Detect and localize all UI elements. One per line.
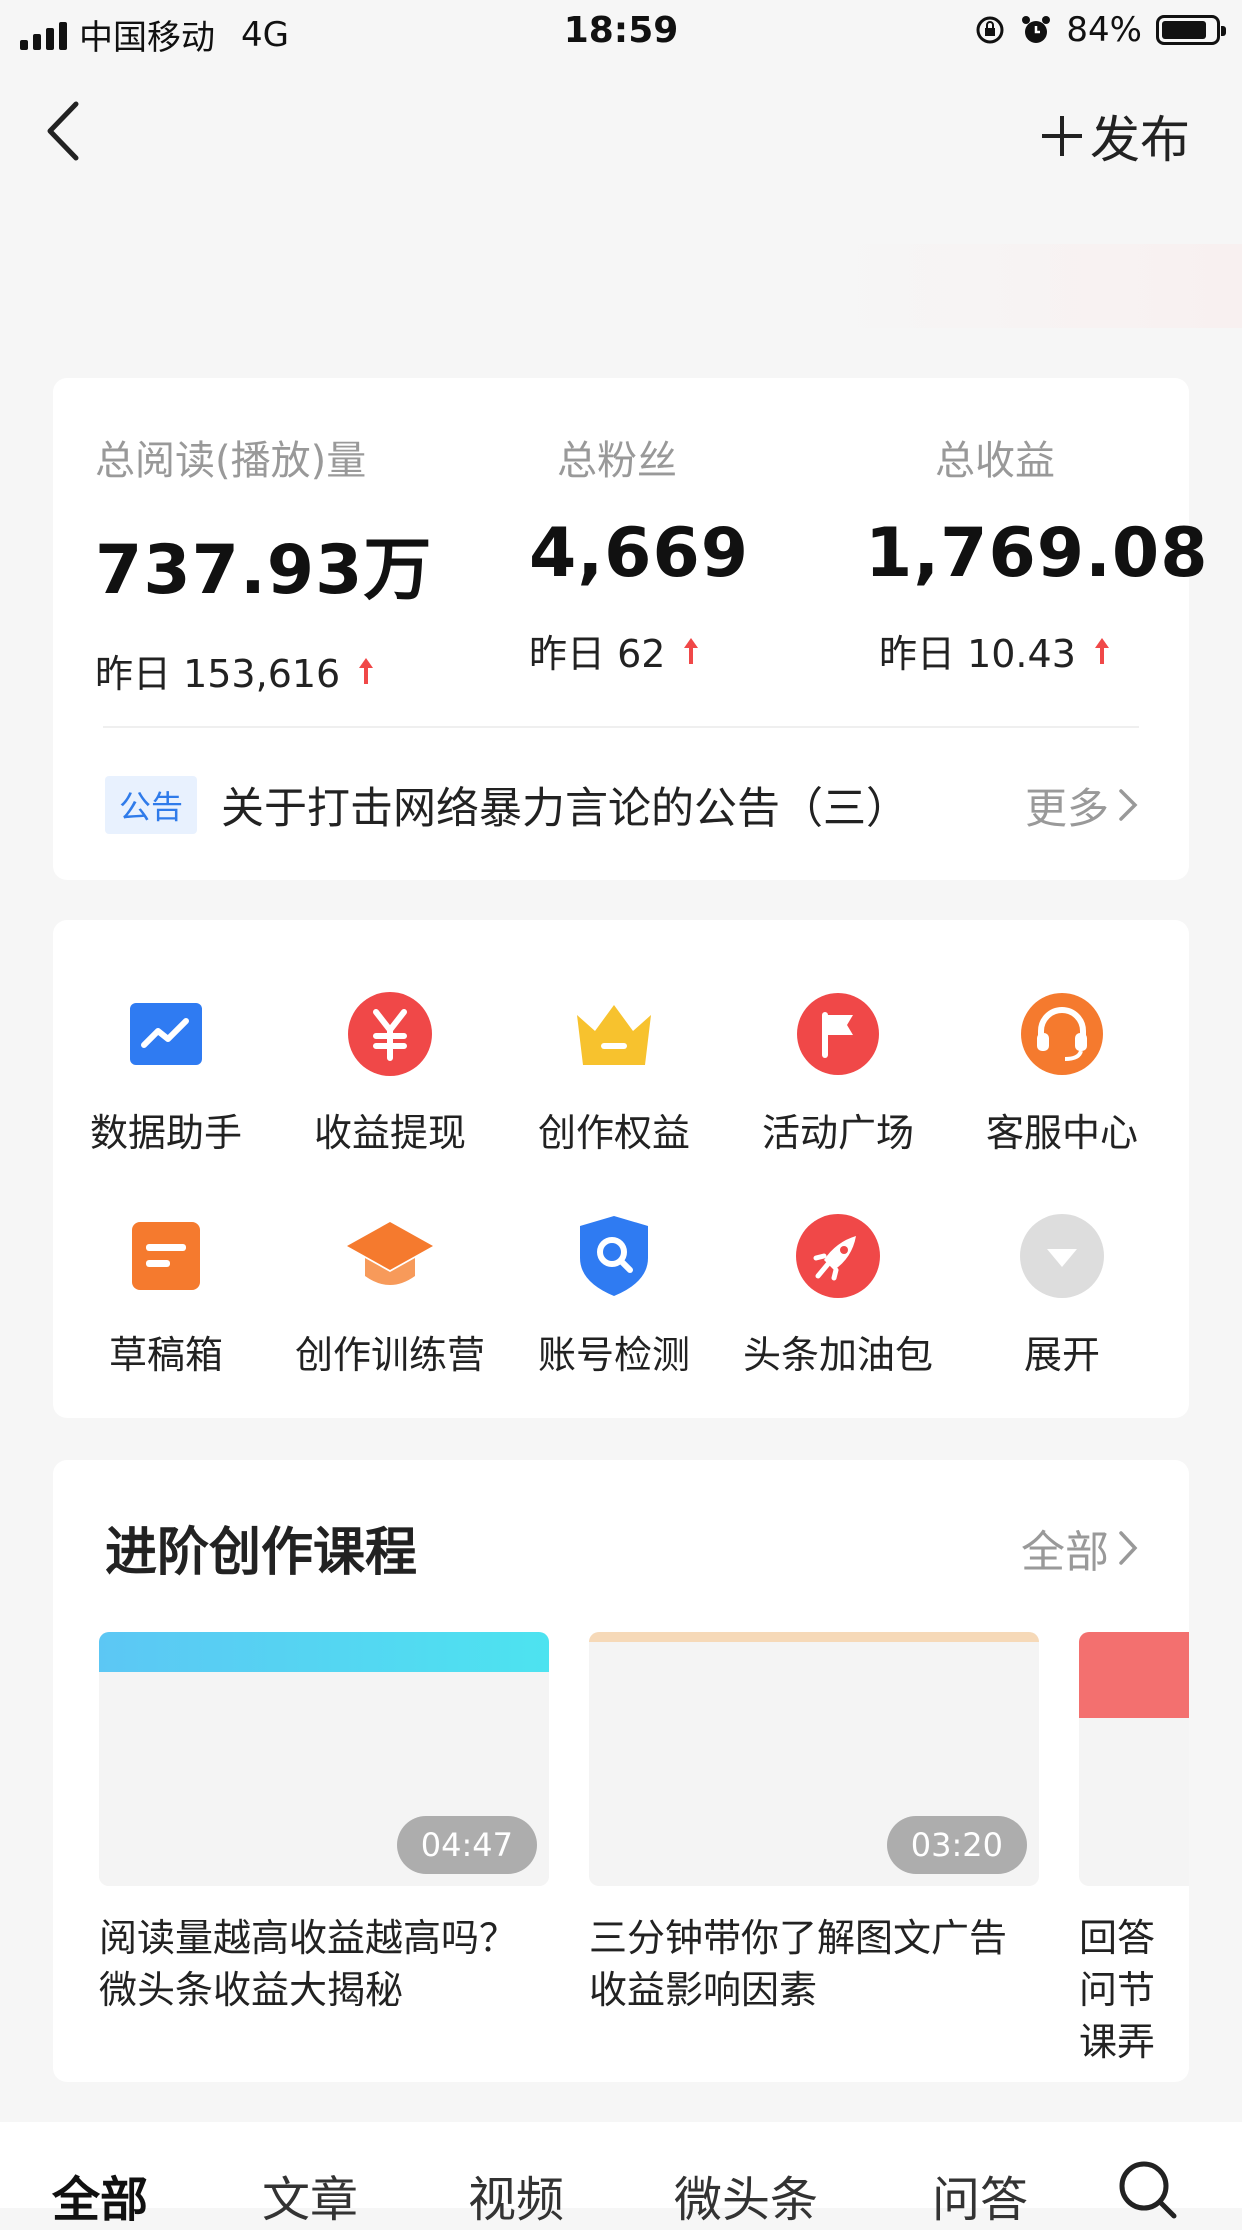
search-icon[interactable] — [1118, 2160, 1178, 2220]
stat-yesterday-text: 昨日 10.43 — [879, 632, 1076, 676]
courses-title: 进阶创作课程 — [105, 1523, 418, 1583]
tool-label: 活动广场 — [761, 1111, 914, 1155]
plus-icon — [1042, 116, 1082, 156]
stat-yesterday: 昨日 10.43 — [879, 623, 1209, 678]
back-button[interactable] — [40, 96, 90, 166]
notice-tag: 公告 — [105, 776, 198, 834]
chevron-left-icon — [47, 101, 79, 161]
stats-card: 总阅读(播放)量 737.93万 昨日 153,616 总粉丝 4,669 昨日… — [53, 378, 1208, 880]
course-title: 三分钟带你了解图文广告收益影响因素 — [589, 1916, 1008, 2012]
tool-creator-rights[interactable]: 创作权益 — [502, 986, 726, 1157]
tool-label: 头条加油包 — [742, 1333, 933, 1377]
tool-drafts[interactable]: 草稿箱 — [54, 1208, 278, 1379]
course-title: 阅读量越高收益越高吗？微头条收益大揭秘 — [99, 1916, 518, 2012]
publish-button[interactable]: 发布 — [1040, 100, 1190, 172]
arrow-up-icon — [1094, 637, 1109, 664]
tab-qa[interactable]: 问答 — [932, 2160, 1028, 2230]
stat-total-reads[interactable]: 总阅读(播放)量 737.93万 昨日 153,616 — [95, 428, 432, 698]
notice-row[interactable]: 公告 关于打击网络暴力言论的公告（三） 更多 — [105, 770, 1139, 840]
rocket-icon — [790, 1208, 886, 1304]
courses-all-label: 全部 — [1021, 1527, 1109, 1578]
battery-percent: 84% — [1066, 10, 1142, 50]
tool-label: 展开 — [1023, 1333, 1100, 1377]
notice-more-label: 更多 — [1024, 783, 1109, 833]
chevron-right-icon — [1119, 789, 1138, 821]
courses-all-link[interactable]: 全部 — [1021, 1516, 1139, 1580]
course-thumbnail[interactable] — [1079, 1632, 1189, 1886]
tool-customer-service[interactable]: 客服中心 — [950, 986, 1174, 1157]
battery-icon — [1156, 15, 1226, 45]
tab-articles[interactable]: 文章 — [262, 2160, 358, 2230]
tab-videos[interactable]: 视频 — [468, 2160, 564, 2230]
draft-icon — [118, 1208, 214, 1304]
stat-yesterday-text: 昨日 62 — [529, 632, 666, 676]
tool-label: 创作训练营 — [294, 1333, 485, 1377]
chevron-right-icon — [1119, 1531, 1138, 1565]
tool-creator-camp[interactable]: 创作训练营 — [278, 1208, 502, 1379]
graduation-cap-icon — [342, 1208, 438, 1304]
stat-label: 总粉丝 — [557, 438, 677, 484]
yen-icon — [342, 986, 438, 1082]
tool-label: 草稿箱 — [108, 1333, 223, 1377]
course-title: 回答问节课弄 — [1079, 1916, 1156, 2064]
tool-label: 创作权益 — [537, 1111, 690, 1155]
stat-value: 4,669 — [529, 514, 750, 593]
tool-expand[interactable]: 展开 — [950, 1208, 1174, 1379]
stat-value: 1,769.08 — [865, 514, 1209, 593]
course-thumbnail[interactable]: 04:47 — [99, 1632, 549, 1886]
tab-all[interactable]: 全部 — [52, 2160, 148, 2230]
stat-label: 总收益 — [935, 438, 1055, 484]
course-item[interactable]: 03:20 三分钟带你了解图文广告收益影响因素 — [589, 1632, 1039, 2016]
tool-activity-plaza[interactable]: 活动广场 — [726, 986, 950, 1157]
course-thumbnail[interactable]: 03:20 — [589, 1632, 1039, 1886]
arrow-up-icon — [359, 657, 374, 684]
expand-down-icon — [1014, 1208, 1110, 1304]
thumbnail-header-strip — [99, 1632, 549, 1672]
headset-icon — [1014, 986, 1110, 1082]
tool-label: 客服中心 — [985, 1111, 1138, 1155]
tool-income-withdraw[interactable]: 收益提现 — [278, 986, 502, 1157]
shield-search-icon — [566, 1208, 662, 1304]
course-item[interactable]: 回答问节课弄 — [1079, 1632, 1189, 2068]
tools-grid-card: 数据助手 收益提现 创作权益 活动广场 客服中心 草稿箱 创作训练营 账号检测 … — [53, 920, 1189, 1418]
tool-toutiao-boost[interactable]: 头条加油包 — [726, 1208, 950, 1379]
courses-card: 进阶创作课程 全部 04:47 阅读量越高收益越高吗？微头条收益大揭秘 03:2… — [53, 1460, 1189, 2082]
bottom-tab-bar: 全部 文章 视频 微头条 问答 — [0, 2122, 1242, 2228]
banner-placeholder — [820, 244, 1242, 328]
rotation-lock-icon — [976, 16, 1004, 44]
publish-label: 发布 — [1090, 111, 1190, 169]
tool-label: 收益提现 — [313, 1111, 466, 1155]
divider — [103, 726, 1139, 728]
video-duration: 03:20 — [886, 1816, 1027, 1874]
status-right: 84% — [974, 10, 1226, 50]
arrow-up-icon — [684, 637, 699, 664]
course-item[interactable]: 04:47 阅读量越高收益越高吗？微头条收益大揭秘 — [99, 1632, 549, 2016]
stat-label: 总阅读(播放)量 — [95, 438, 367, 484]
stat-yesterday: 昨日 153,616 — [95, 643, 432, 698]
tool-account-check[interactable]: 账号检测 — [502, 1208, 726, 1379]
crown-icon — [566, 986, 662, 1082]
thumbnail-header-strip — [589, 1632, 1039, 1642]
tool-data-assistant[interactable]: 数据助手 — [54, 986, 278, 1157]
status-bar: 中国移动 4G 18:59 84% — [0, 0, 1242, 62]
flag-icon — [790, 986, 886, 1082]
chart-trend-icon — [118, 986, 214, 1082]
video-duration: 04:47 — [396, 1816, 537, 1874]
notice-text[interactable]: 关于打击网络暴力言论的公告（三） — [221, 774, 1025, 836]
alarm-icon — [1022, 16, 1051, 43]
stat-yesterday: 昨日 62 — [529, 623, 749, 678]
stat-value: 737.93万 — [95, 531, 433, 610]
notice-more-link[interactable]: 更多 — [1025, 775, 1139, 836]
stat-total-fans[interactable]: 总粉丝 4,669 昨日 62 — [529, 428, 749, 678]
stat-total-income[interactable]: 总收益 1,769.08 昨日 10.43 — [865, 428, 1209, 678]
tab-micro-headlines[interactable]: 微头条 — [674, 2160, 818, 2230]
tool-label: 账号检测 — [537, 1333, 690, 1377]
tool-label: 数据助手 — [89, 1111, 242, 1155]
stat-yesterday-text: 昨日 153,616 — [95, 652, 341, 696]
thumbnail-header-strip — [1079, 1632, 1189, 1718]
